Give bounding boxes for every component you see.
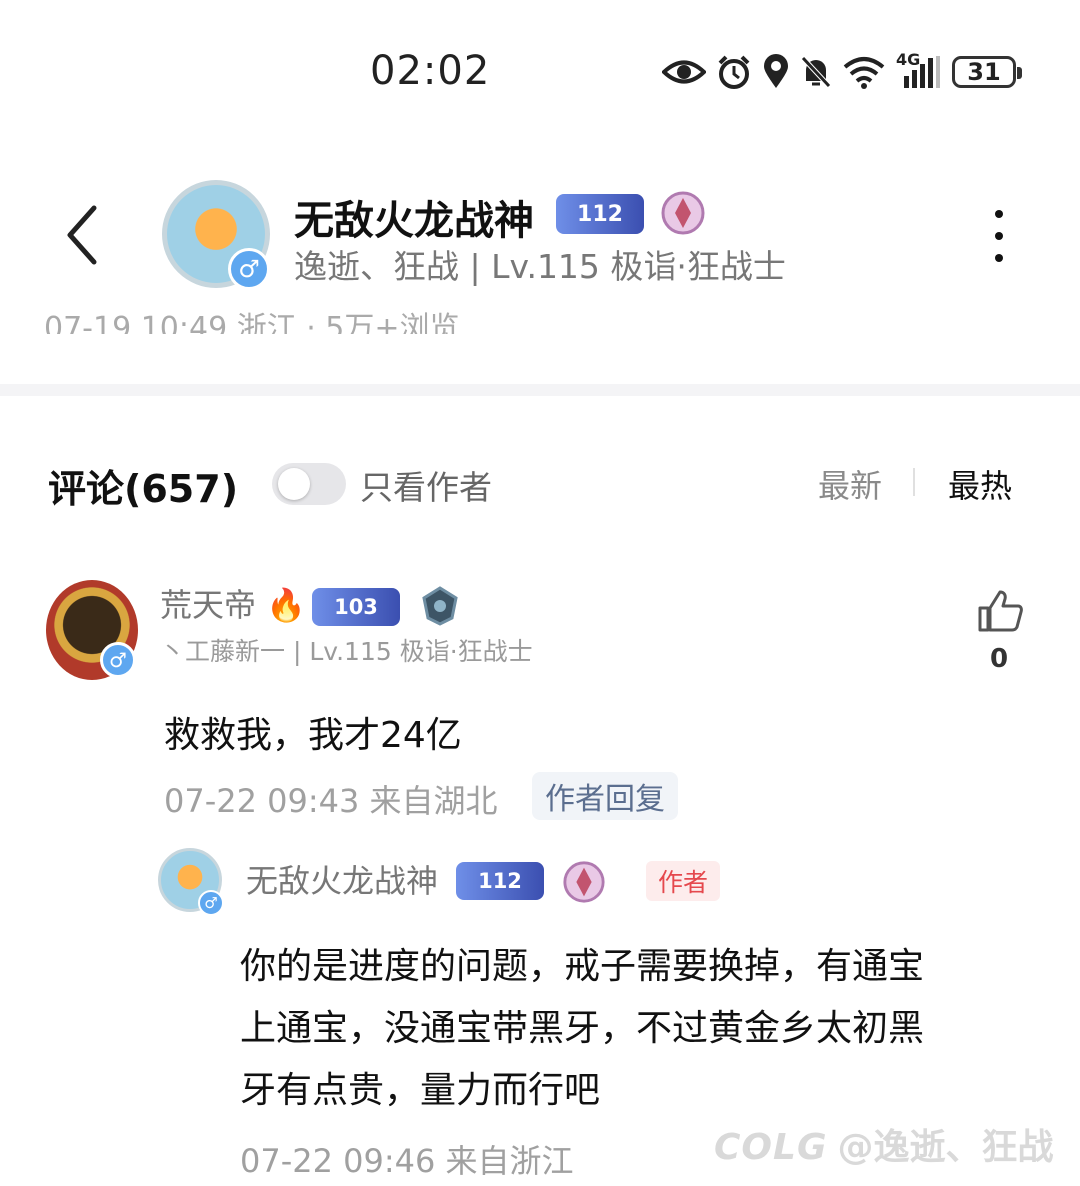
author-only-label[interactable]: 只看作者 — [360, 461, 492, 509]
watermark: COLG @逸逝、狂战 — [714, 1118, 1054, 1170]
gender-male-icon: ♂ — [228, 248, 270, 290]
level-badge: 103 — [312, 588, 400, 626]
replier-name[interactable]: 无敌火龙战神 — [246, 856, 438, 902]
section-divider — [0, 384, 1080, 396]
author-replied-tag[interactable]: 作者回复 — [532, 772, 678, 820]
watermark-text: @逸逝、狂战 — [837, 1127, 1054, 1168]
rank-emblem-icon — [422, 586, 458, 626]
like-count: 0 — [990, 644, 1009, 674]
level-badge-value: 103 — [334, 595, 378, 619]
comment-meta: 07-22 09:43 来自湖北 — [164, 782, 498, 820]
commenter-name[interactable]: 荒天帝 🔥 — [160, 580, 306, 626]
reply-text: 你的是进度的问题，戒子需要换掉，有通宝上通宝，没通宝带黑牙，不过黄金乡太初黑牙有… — [240, 946, 925, 1111]
author-tag: 作者 — [646, 861, 720, 901]
battery-level: 31 — [967, 58, 1001, 86]
level-badge-value: 112 — [478, 869, 522, 893]
sort-latest-tab[interactable]: 最新 — [818, 461, 882, 507]
comment-text: 救救我，我才24亿 — [164, 715, 462, 756]
author-subtitle: 逸逝、狂战 | Lv.115 极诣·狂战士 — [294, 247, 786, 286]
location-icon — [764, 54, 788, 88]
rank-emblem-icon — [661, 191, 705, 235]
signal-icon: 4G — [896, 50, 942, 90]
colg-logo: COLG — [714, 1127, 828, 1168]
comments-title: 评论(657) — [48, 467, 239, 511]
level-badge: 112 — [456, 862, 544, 900]
author-name[interactable]: 无敌火龙战神 — [294, 188, 534, 246]
author-only-toggle[interactable] — [272, 463, 346, 505]
wifi-icon — [843, 57, 885, 89]
rank-emblem-icon — [563, 861, 605, 903]
level-badge: 112 — [556, 194, 644, 234]
back-button[interactable] — [58, 200, 108, 270]
level-badge-value: 112 — [577, 201, 623, 227]
gender-male-icon: ♂ — [198, 890, 224, 916]
eye-icon — [662, 60, 706, 84]
fire-icon: 🔥 — [266, 586, 307, 624]
alarm-icon — [718, 55, 750, 89]
sort-hot-tab[interactable]: 最热 — [948, 461, 1012, 507]
reply-meta: 07-22 09:46 来自浙江 — [240, 1142, 574, 1180]
status-time: 02:02 — [370, 48, 491, 94]
commenter-subtitle: 丶工藤新一 | Lv.115 极诣·狂战士 — [160, 637, 533, 666]
like-icon[interactable] — [976, 588, 1024, 632]
battery-icon: 31 — [952, 56, 1022, 88]
status-icons: 4G 31 — [662, 50, 1022, 94]
more-options-button[interactable] — [985, 210, 1013, 262]
mute-icon — [801, 56, 831, 88]
sort-divider — [913, 468, 915, 496]
gender-male-icon: ♂ — [100, 642, 136, 678]
post-meta: 07-19 10:49 浙江 · 5万+浏览 — [44, 311, 460, 334]
